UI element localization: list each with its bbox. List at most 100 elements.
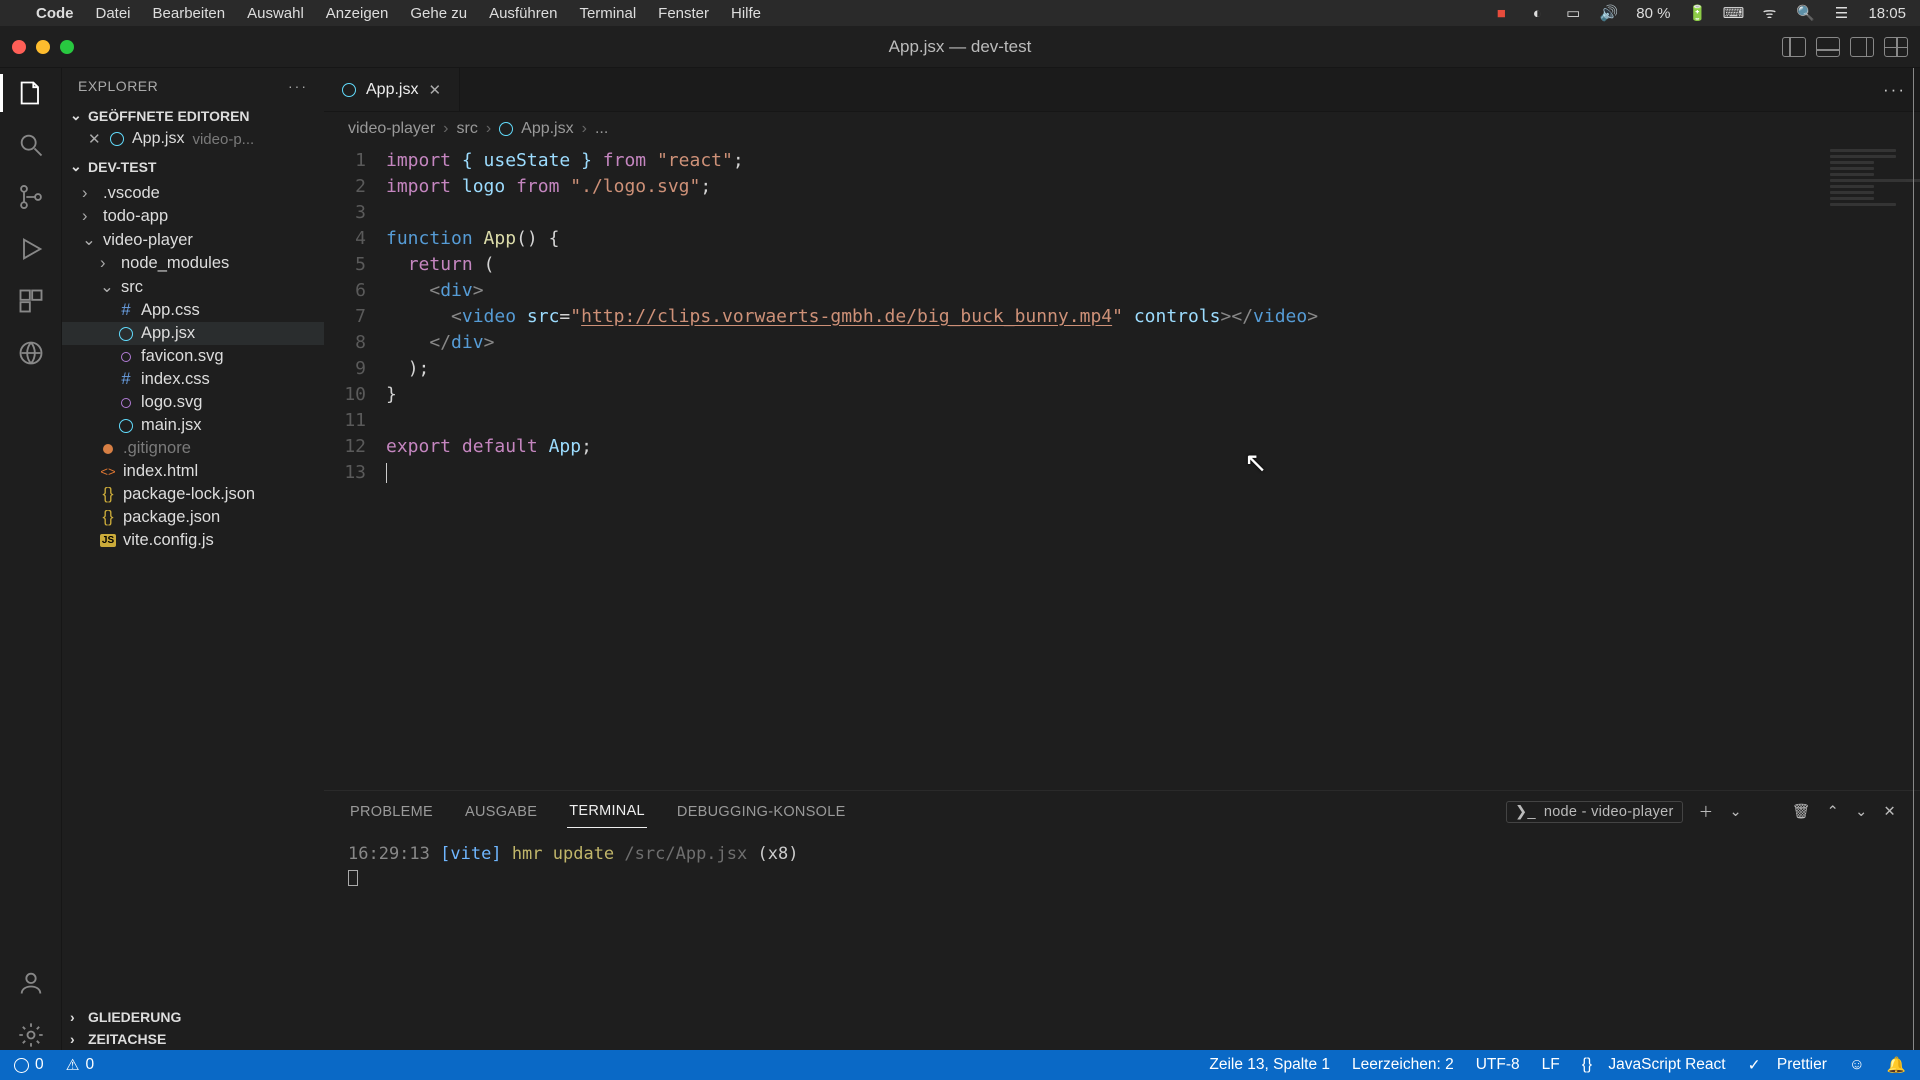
- error-icon: [14, 1058, 29, 1073]
- toggle-sidebar-icon[interactable]: [1782, 37, 1806, 57]
- tree-file-pkg-lock[interactable]: {}package-lock.json: [62, 483, 324, 506]
- status-warnings[interactable]: ⚠0: [66, 1056, 95, 1075]
- tray-battery-percent[interactable]: 80 %: [1636, 5, 1670, 22]
- tree-folder-vscode[interactable]: ›.vscode: [62, 182, 324, 205]
- trash-icon[interactable]: 🗑: [1792, 803, 1811, 820]
- menu-edit[interactable]: Bearbeiten: [153, 5, 226, 22]
- tray-clock[interactable]: 18:05: [1868, 5, 1906, 22]
- breadcrumb-segment[interactable]: ...: [595, 120, 608, 138]
- status-language-mode[interactable]: {} JavaScript React: [1582, 1056, 1726, 1074]
- menu-file[interactable]: Datei: [96, 5, 131, 22]
- toggle-secondary-sidebar-icon[interactable]: [1850, 37, 1874, 57]
- breadcrumb-segment[interactable]: video-player: [348, 120, 435, 138]
- react-file-icon: [342, 83, 356, 97]
- status-indentation[interactable]: Leerzeichen: 2: [1352, 1056, 1454, 1074]
- react-file-icon: [118, 327, 134, 341]
- outline-header[interactable]: › GLIEDERUNG: [62, 1006, 324, 1028]
- menu-selection[interactable]: Auswahl: [247, 5, 304, 22]
- activity-source-control-icon[interactable]: [16, 182, 46, 212]
- chevron-down-icon[interactable]: ⌄: [1729, 804, 1741, 820]
- tray-display-icon[interactable]: ▭: [1564, 4, 1582, 22]
- tray-spotlight-icon[interactable]: 🔍: [1796, 4, 1814, 22]
- activity-settings-icon[interactable]: [16, 1020, 46, 1050]
- file-tab[interactable]: App.jsx ✕: [324, 68, 460, 111]
- panel-tab-problems[interactable]: PROBLEME: [348, 796, 435, 828]
- tree-file-main-jsx[interactable]: main.jsx: [62, 414, 324, 437]
- breadcrumb[interactable]: video-player › src › App.jsx › ...: [324, 112, 1920, 146]
- explorer-more-icon[interactable]: ···: [288, 78, 308, 94]
- terminal-selector[interactable]: ❯_ node - video-player: [1506, 801, 1683, 823]
- code-editor[interactable]: 1 2 3 4 5 6 7 8 9 10 11 12 13 import { u…: [324, 146, 1920, 790]
- tray-controlcenter-icon[interactable]: ☰: [1832, 4, 1850, 22]
- editor-more-icon[interactable]: ···: [1883, 80, 1906, 100]
- tree-file-logo-svg[interactable]: logo.svg: [62, 391, 324, 414]
- line-number: 12: [324, 434, 366, 460]
- close-icon[interactable]: ✕: [428, 81, 441, 99]
- new-terminal-icon[interactable]: ＋: [1699, 801, 1714, 822]
- panel-tab-debug-console[interactable]: DEBUGGING-KONSOLE: [675, 796, 848, 828]
- tree-file-gitignore[interactable]: .gitignore: [62, 437, 324, 460]
- panel-tab-terminal[interactable]: TERMINAL: [567, 795, 647, 828]
- close-icon[interactable]: ✕: [88, 130, 102, 148]
- tree-file-pkg[interactable]: {}package.json: [62, 506, 324, 529]
- split-terminal-icon[interactable]: [1758, 804, 1776, 819]
- tree-folder-todo-app[interactable]: ›todo-app: [62, 205, 324, 228]
- tray-record-icon[interactable]: ■: [1492, 5, 1510, 22]
- customize-layout-icon[interactable]: [1884, 37, 1908, 57]
- code-content[interactable]: import { useState } from "react"; import…: [386, 146, 1920, 790]
- tree-file-index-css[interactable]: #index.css: [62, 368, 324, 391]
- menu-help[interactable]: Hilfe: [731, 5, 761, 22]
- open-editor-item[interactable]: ✕ App.jsx video-p...: [62, 127, 324, 151]
- close-panel-icon[interactable]: ✕: [1884, 804, 1896, 820]
- window-fullscreen-button[interactable]: [60, 40, 74, 54]
- tree-file-app-css[interactable]: #App.css: [62, 299, 324, 322]
- menu-terminal[interactable]: Terminal: [579, 5, 636, 22]
- tree-folder-video-player[interactable]: ⌄video-player: [62, 228, 324, 252]
- chevron-down-icon[interactable]: ⌄: [1855, 804, 1867, 820]
- menu-goto[interactable]: Gehe zu: [410, 5, 467, 22]
- activity-run-debug-icon[interactable]: [16, 234, 46, 264]
- tree-file-vite-config[interactable]: JSvite.config.js: [62, 529, 324, 552]
- status-errors[interactable]: 0: [14, 1056, 44, 1074]
- project-header[interactable]: ⌄ DEV-TEST: [62, 155, 324, 178]
- menu-view[interactable]: Anzeigen: [326, 5, 389, 22]
- status-bell-icon[interactable]: 🔔: [1887, 1056, 1906, 1075]
- activity-extensions-icon[interactable]: [16, 286, 46, 316]
- tree-file-favicon[interactable]: favicon.svg: [62, 345, 324, 368]
- activity-explorer-icon[interactable]: [16, 78, 46, 108]
- menu-app-name[interactable]: Code: [36, 5, 74, 22]
- tree-file-index-html[interactable]: <>index.html: [62, 460, 324, 483]
- chevron-up-icon[interactable]: ⌃: [1827, 804, 1839, 820]
- status-prettier[interactable]: ✓ Prettier: [1748, 1056, 1827, 1075]
- chevron-right-icon: ›: [100, 254, 114, 273]
- tray-keyboard-icon[interactable]: ⌨: [1724, 4, 1742, 22]
- status-cursor-position[interactable]: Zeile 13, Spalte 1: [1209, 1056, 1330, 1074]
- breadcrumb-segment[interactable]: App.jsx: [521, 120, 573, 138]
- tray-wifi-icon[interactable]: ᯤ: [1760, 3, 1778, 23]
- menu-run[interactable]: Ausführen: [489, 5, 557, 22]
- activity-search-icon[interactable]: [16, 130, 46, 160]
- window-minimize-button[interactable]: [36, 40, 50, 54]
- tray-battery-icon[interactable]: 🔋: [1688, 4, 1706, 22]
- chevron-right-icon: ›: [82, 207, 96, 226]
- activity-cloud-icon[interactable]: [16, 338, 46, 368]
- menu-window[interactable]: Fenster: [658, 5, 709, 22]
- activity-account-icon[interactable]: [16, 968, 46, 998]
- tray-sound-icon[interactable]: 🔊: [1600, 4, 1618, 22]
- tray-app-icon[interactable]: ◐: [1528, 5, 1546, 22]
- timeline-header[interactable]: › ZEITACHSE: [62, 1028, 324, 1050]
- minimap[interactable]: [1810, 146, 1920, 376]
- terminal-output[interactable]: 16:29:13 [vite] hmr update /src/App.jsx …: [324, 832, 1920, 1050]
- panel-tab-output[interactable]: AUSGABE: [463, 796, 539, 828]
- status-encoding[interactable]: UTF-8: [1476, 1056, 1520, 1074]
- open-editors-header[interactable]: ⌄ GEÖFFNETE EDITOREN: [62, 104, 324, 127]
- tree-folder-node-modules[interactable]: ›node_modules: [62, 252, 324, 275]
- toggle-panel-icon[interactable]: [1816, 37, 1840, 57]
- window-close-button[interactable]: [12, 40, 26, 54]
- status-feedback-icon[interactable]: ☺: [1849, 1056, 1865, 1074]
- tree-file-app-jsx[interactable]: App.jsx: [62, 322, 324, 345]
- breadcrumb-segment[interactable]: src: [456, 120, 477, 138]
- status-eol[interactable]: LF: [1542, 1056, 1560, 1074]
- tree-folder-src[interactable]: ⌄src: [62, 275, 324, 299]
- line-number: 8: [324, 330, 366, 356]
